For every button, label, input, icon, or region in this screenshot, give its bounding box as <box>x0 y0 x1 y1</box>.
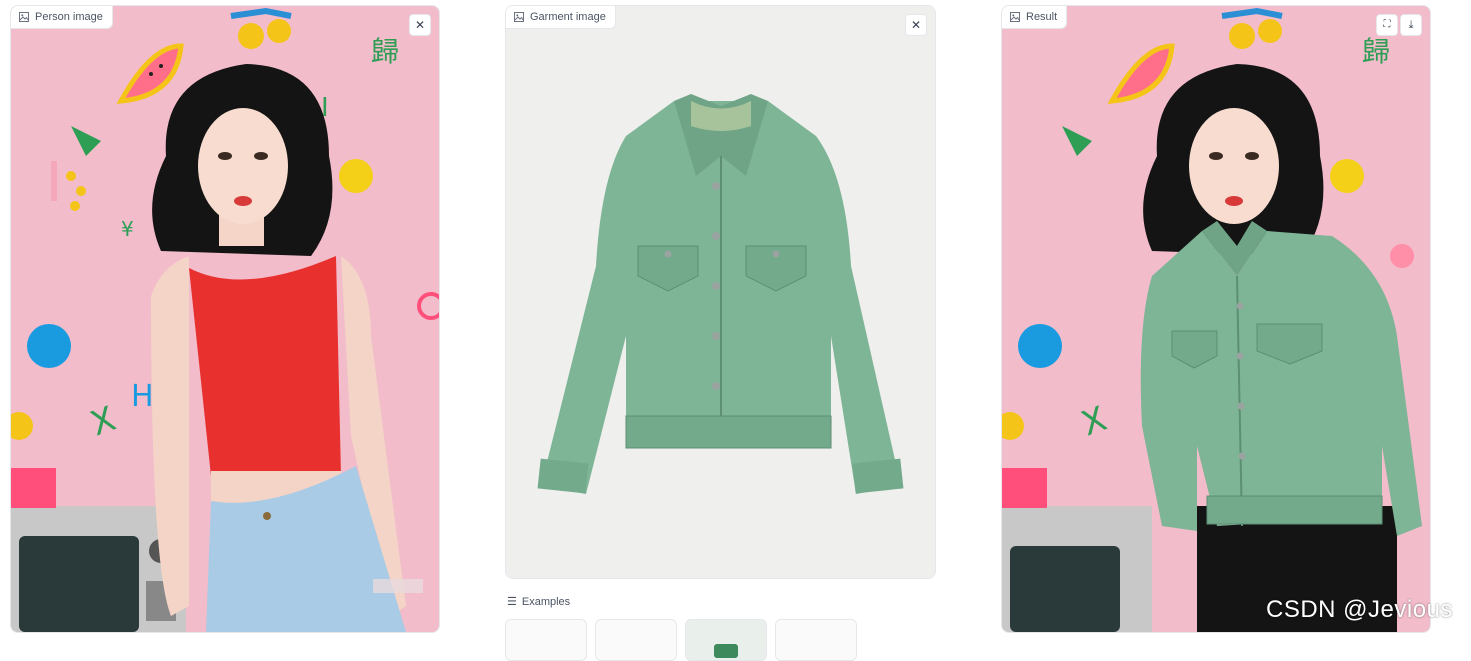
garment-image-label: Garment image <box>506 6 616 29</box>
example-thumbnail-3[interactable] <box>685 619 767 661</box>
garment-image-panel[interactable]: Garment image ✕ <box>505 5 936 579</box>
image-icon <box>19 12 29 22</box>
person-image-label: Person image <box>11 6 113 29</box>
close-icon: ✕ <box>414 18 426 32</box>
download-button[interactable]: ⤓ <box>1400 14 1422 36</box>
example-thumbnail-1[interactable] <box>505 619 587 661</box>
fullscreen-icon: ⛶ <box>1383 19 1391 30</box>
clear-person-image-button[interactable]: ✕ <box>409 14 431 36</box>
result-label: Result <box>1002 6 1068 29</box>
watermark-text: CSDN @Jevious <box>1266 596 1453 623</box>
list-icon: ☰ <box>507 596 517 608</box>
svg-text:¥: ¥ <box>121 217 134 241</box>
svg-text:H: H <box>131 379 154 414</box>
examples-label: ☰ Examples <box>507 595 571 609</box>
garment-image-label-text: Garment image <box>530 11 606 23</box>
examples-label-text: Examples <box>521 595 571 608</box>
garment-photo <box>506 6 935 578</box>
image-icon <box>514 12 524 22</box>
fullscreen-button[interactable]: ⛶ <box>1376 14 1398 36</box>
result-image-panel: Result ⛶ ⤓ 歸 Ⅹ <box>1001 5 1431 633</box>
close-icon: ✕ <box>910 18 922 32</box>
example-thumbnail-4[interactable] <box>775 619 857 661</box>
example-thumbnail-garment <box>714 644 738 658</box>
svg-text:歸: 歸 <box>1362 35 1390 68</box>
svg-text:歸: 歸 <box>371 35 399 68</box>
person-image-panel[interactable]: Person image ✕ 歸 Ⅰ Ⅹ H ¥ <box>10 5 440 633</box>
person-photo: 歸 Ⅰ Ⅹ H ¥ <box>11 6 439 632</box>
example-thumbnail-2[interactable] <box>595 619 677 661</box>
image-icon <box>1010 12 1020 22</box>
result-photo: 歸 Ⅹ <box>1002 6 1430 632</box>
download-icon: ⤓ <box>1408 18 1414 31</box>
clear-garment-image-button[interactable]: ✕ <box>905 14 927 36</box>
result-label-text: Result <box>1026 11 1058 23</box>
person-image-label-text: Person image <box>35 11 103 23</box>
